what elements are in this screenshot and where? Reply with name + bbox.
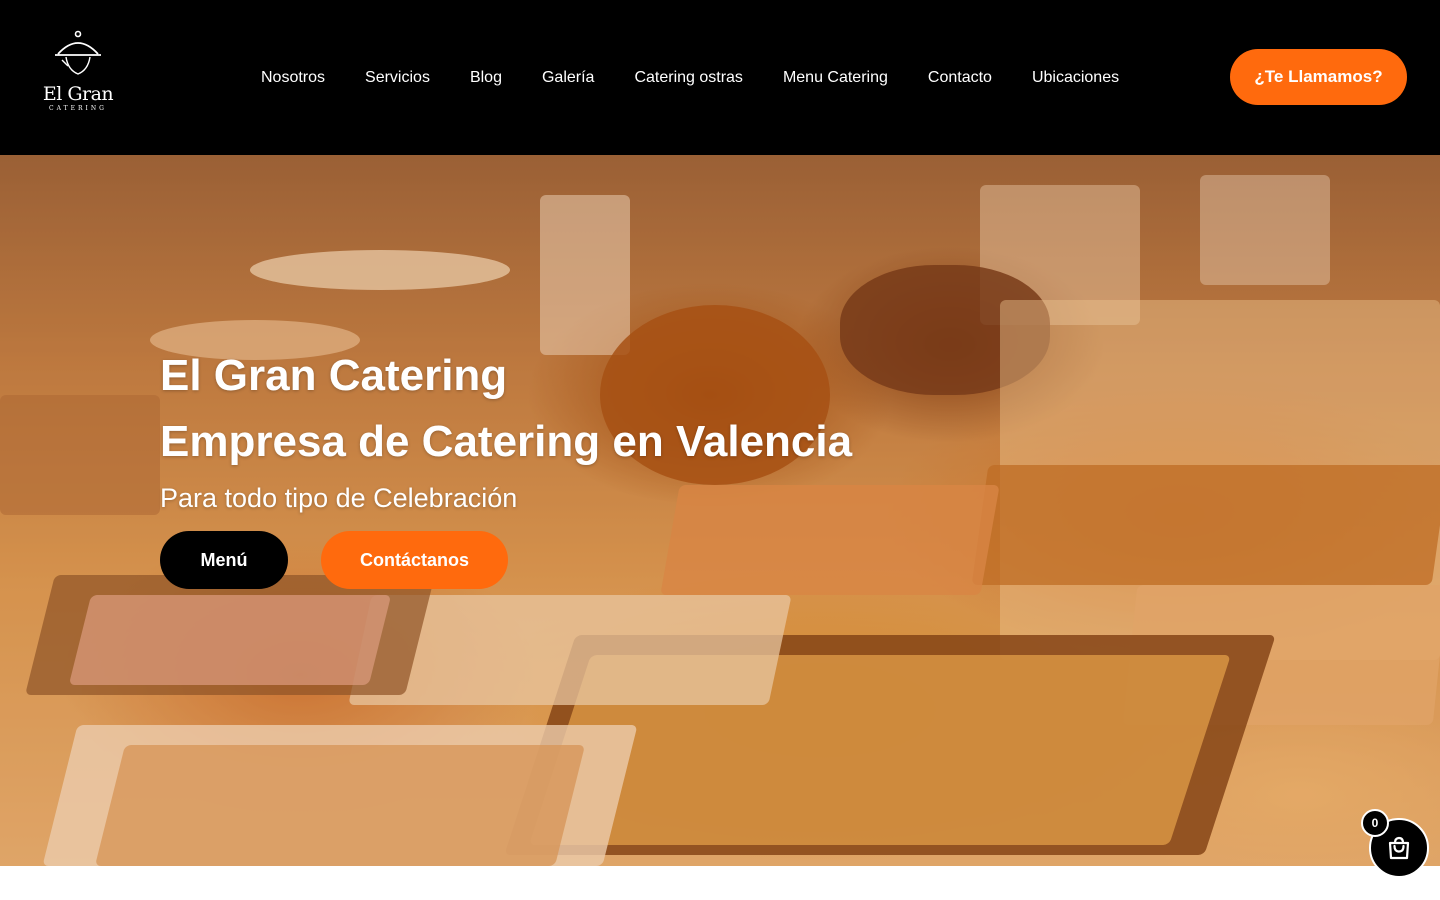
nav-item-nosotros[interactable]: Nosotros (241, 59, 345, 97)
nav-item-blog[interactable]: Blog (450, 59, 522, 97)
nav-item-catering-ostras[interactable]: Catering ostras (614, 59, 763, 97)
hero-subtitle: Empresa de Catering en Valencia (160, 417, 853, 466)
nav-item-galeria[interactable]: Galería (522, 59, 614, 97)
logo-title: El Gran (42, 83, 114, 105)
hero-tagline: Para todo tipo de Celebración (160, 483, 518, 513)
cart-count-badge: 0 (1361, 809, 1389, 837)
shopping-bag-icon (1388, 836, 1410, 860)
hero-section: El Gran Catering Empresa de Catering en … (0, 155, 1440, 866)
main-nav: Nosotros Servicios Blog Galería Catering… (241, 58, 1139, 98)
site-header: El Gran CATERING Nosotros Servicios Blog… (0, 0, 1440, 155)
nav-item-contacto[interactable]: Contacto (908, 59, 1012, 97)
hero-title: El Gran Catering (160, 351, 508, 400)
site-logo[interactable]: El Gran CATERING (38, 30, 118, 116)
logo-subtitle: CATERING (49, 105, 107, 112)
nav-item-ubicaciones[interactable]: Ubicaciones (1012, 59, 1139, 97)
nav-item-menu-catering[interactable]: Menu Catering (763, 59, 908, 97)
call-me-button[interactable]: ¿Te Llamamos? (1230, 49, 1407, 105)
nav-item-servicios[interactable]: Servicios (345, 59, 450, 97)
menu-button[interactable]: Menú (160, 531, 288, 589)
cloche-icon (55, 30, 101, 75)
contact-button[interactable]: Contáctanos (321, 531, 508, 589)
